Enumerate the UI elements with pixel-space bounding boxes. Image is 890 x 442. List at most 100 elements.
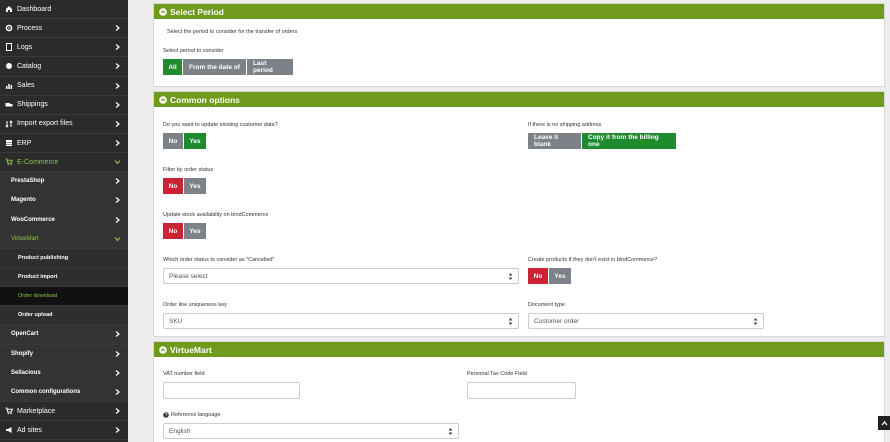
sidebar-item-product-import[interactable]: Product import: [0, 267, 128, 288]
sidebar-item-label: Shippings: [17, 101, 48, 109]
yes-button[interactable]: Yes: [548, 268, 571, 284]
sidebar-item-erp[interactable]: ERP: [0, 134, 128, 154]
sidebar-item-order-upload[interactable]: Order upload: [0, 306, 128, 326]
create-products-label: Create products if they don't exist in b…: [528, 257, 658, 263]
panel-header[interactable]: Select Period: [154, 4, 884, 19]
no-button[interactable]: No: [163, 223, 183, 239]
chevron-up-icon: [881, 420, 887, 425]
megaphone-icon: [5, 426, 13, 434]
chevron-right-icon: [114, 82, 121, 89]
sidebar-item-common-configurations[interactable]: Common configurations: [0, 382, 128, 402]
chevron-up-circle-icon: [159, 95, 167, 104]
reference-language-label: Reference language: [171, 412, 221, 418]
chevron-right-icon: [114, 408, 121, 415]
select-value: Customer order: [534, 317, 580, 325]
period-last-button[interactable]: Last period: [246, 59, 293, 75]
no-button[interactable]: No: [163, 178, 183, 194]
no-button[interactable]: No: [528, 268, 548, 284]
sidebar-item-label: PrestaShop: [11, 178, 45, 185]
period-description: Select the period to consider for the tr…: [167, 29, 298, 35]
period-all-button[interactable]: All: [163, 59, 182, 75]
panel-header[interactable]: VirtueMart: [154, 342, 884, 357]
chevron-right-icon: [114, 331, 121, 338]
reference-language-select[interactable]: English: [163, 423, 459, 439]
sidebar-item-sales[interactable]: Sales: [0, 77, 128, 96]
copy-billing-button[interactable]: Copy it from the billing one: [581, 133, 676, 149]
chevron-right-icon: [114, 63, 121, 70]
document-type-select[interactable]: Customer order: [528, 313, 764, 329]
sidebar-item-opencart[interactable]: OpenCart: [0, 325, 128, 345]
chevron-right-icon: [114, 197, 121, 204]
common-options-panel: Common options Do you want to update exi…: [153, 91, 885, 337]
sidebar-item-catalog[interactable]: Catalog: [0, 57, 128, 77]
chevron-right-icon: [114, 350, 121, 357]
sidebar-item-label: Product import: [18, 274, 58, 281]
sidebar-item-prestashop[interactable]: PrestaShop: [0, 172, 128, 192]
create-products-toggle: No Yes: [528, 268, 571, 284]
sidebar-item-label: Catalog: [17, 62, 42, 70]
update-stock-label: Update stock availability on bindCommerc…: [163, 212, 269, 218]
sidebar-item-woocommerce[interactable]: WooCommerce: [0, 210, 128, 230]
sidebar-item-marketplace[interactable]: Marketplace: [0, 402, 128, 422]
chevron-right-icon: [114, 120, 121, 127]
yes-button[interactable]: Yes: [183, 178, 206, 194]
sidebar-item-label: OpenCart: [11, 331, 39, 338]
select-value: Please select: [169, 272, 208, 280]
yes-button[interactable]: Yes: [183, 133, 206, 149]
chevron-right-icon: [114, 25, 121, 32]
filter-status-toggle: No Yes: [163, 178, 206, 194]
sidebar-item-label: Order download: [18, 293, 58, 300]
period-from-date-button[interactable]: From the date of: [182, 59, 246, 75]
sidebar-item-logs[interactable]: Logs: [0, 38, 128, 58]
sidebar-item-virtuemart[interactable]: VirtueMart: [0, 229, 128, 249]
chevron-right-icon: [114, 44, 121, 51]
cancelled-status-label: Which order status to consider as "Cance…: [163, 257, 275, 263]
sidebar-item-import-export[interactable]: Import export files: [0, 115, 128, 134]
tax-code-input[interactable]: [467, 382, 576, 399]
sidebar-item-ad-sites[interactable]: Ad sites: [0, 421, 128, 441]
chevron-right-icon: [114, 101, 121, 108]
panel-header[interactable]: Common options: [154, 92, 884, 107]
sidebar-item-label: Sellacious: [11, 369, 41, 376]
sidebar-item-dashboard[interactable]: Dashboard: [0, 0, 128, 20]
sidebar-item-label: Dashboard: [17, 5, 52, 13]
sort-icon: [5, 120, 13, 128]
sidebar-item-label: Common configurations: [11, 388, 81, 395]
sidebar-item-label: Logs: [17, 43, 33, 51]
cancelled-status-select[interactable]: Please select: [163, 268, 519, 284]
no-button[interactable]: No: [163, 133, 183, 149]
sort-arrows-icon: [508, 318, 513, 325]
vat-field-input[interactable]: [163, 382, 300, 399]
sidebar-item-product-publishing[interactable]: Product publishing: [0, 248, 128, 268]
chevron-right-icon: [114, 388, 121, 395]
sort-arrows-icon: [448, 428, 453, 435]
sidebar-item-sellacious[interactable]: Sellacious: [0, 363, 128, 383]
sidebar-item-label: VirtueMart: [11, 235, 39, 242]
sidebar-item-shippings[interactable]: Shippings: [0, 96, 128, 115]
sidebar-item-magento[interactable]: Magento: [0, 191, 128, 211]
sidebar-item-label: E-Commerce: [17, 158, 59, 166]
sidebar: Dashboard Process Logs Catalog Sales Shi…: [0, 0, 128, 442]
panel-title: Common options: [170, 94, 240, 105]
period-label: Select period to consider: [163, 48, 224, 54]
sidebar-item-order-download[interactable]: Order download: [0, 287, 128, 307]
panel-title: Select Period: [170, 6, 224, 17]
leave-blank-button[interactable]: Leave it blank: [528, 133, 581, 149]
sidebar-item-shopify[interactable]: Shopify: [0, 344, 128, 364]
sidebar-item-label: Ad sites: [17, 426, 42, 434]
sidebar-item-label: Product publishing: [18, 254, 69, 261]
sidebar-item-process[interactable]: Process: [0, 19, 128, 39]
uniqueness-key-select[interactable]: SKU: [163, 313, 519, 329]
sidebar-item-label: Order upload: [18, 312, 53, 319]
select-value: English: [169, 427, 191, 435]
sidebar-item-label: Sales: [17, 82, 35, 90]
scroll-to-top-button[interactable]: [878, 416, 890, 430]
chevron-down-icon: [114, 235, 121, 242]
chevron-right-icon: [114, 140, 121, 147]
sidebar-item-label: WooCommerce: [11, 216, 55, 223]
help-icon[interactable]: ?: [163, 412, 169, 418]
sidebar-item-ecommerce[interactable]: E-Commerce: [0, 153, 128, 173]
sidebar-item-label: Marketplace: [17, 407, 56, 415]
yes-button[interactable]: Yes: [183, 223, 206, 239]
select-period-panel: Select Period Select the period to consi…: [153, 3, 885, 87]
